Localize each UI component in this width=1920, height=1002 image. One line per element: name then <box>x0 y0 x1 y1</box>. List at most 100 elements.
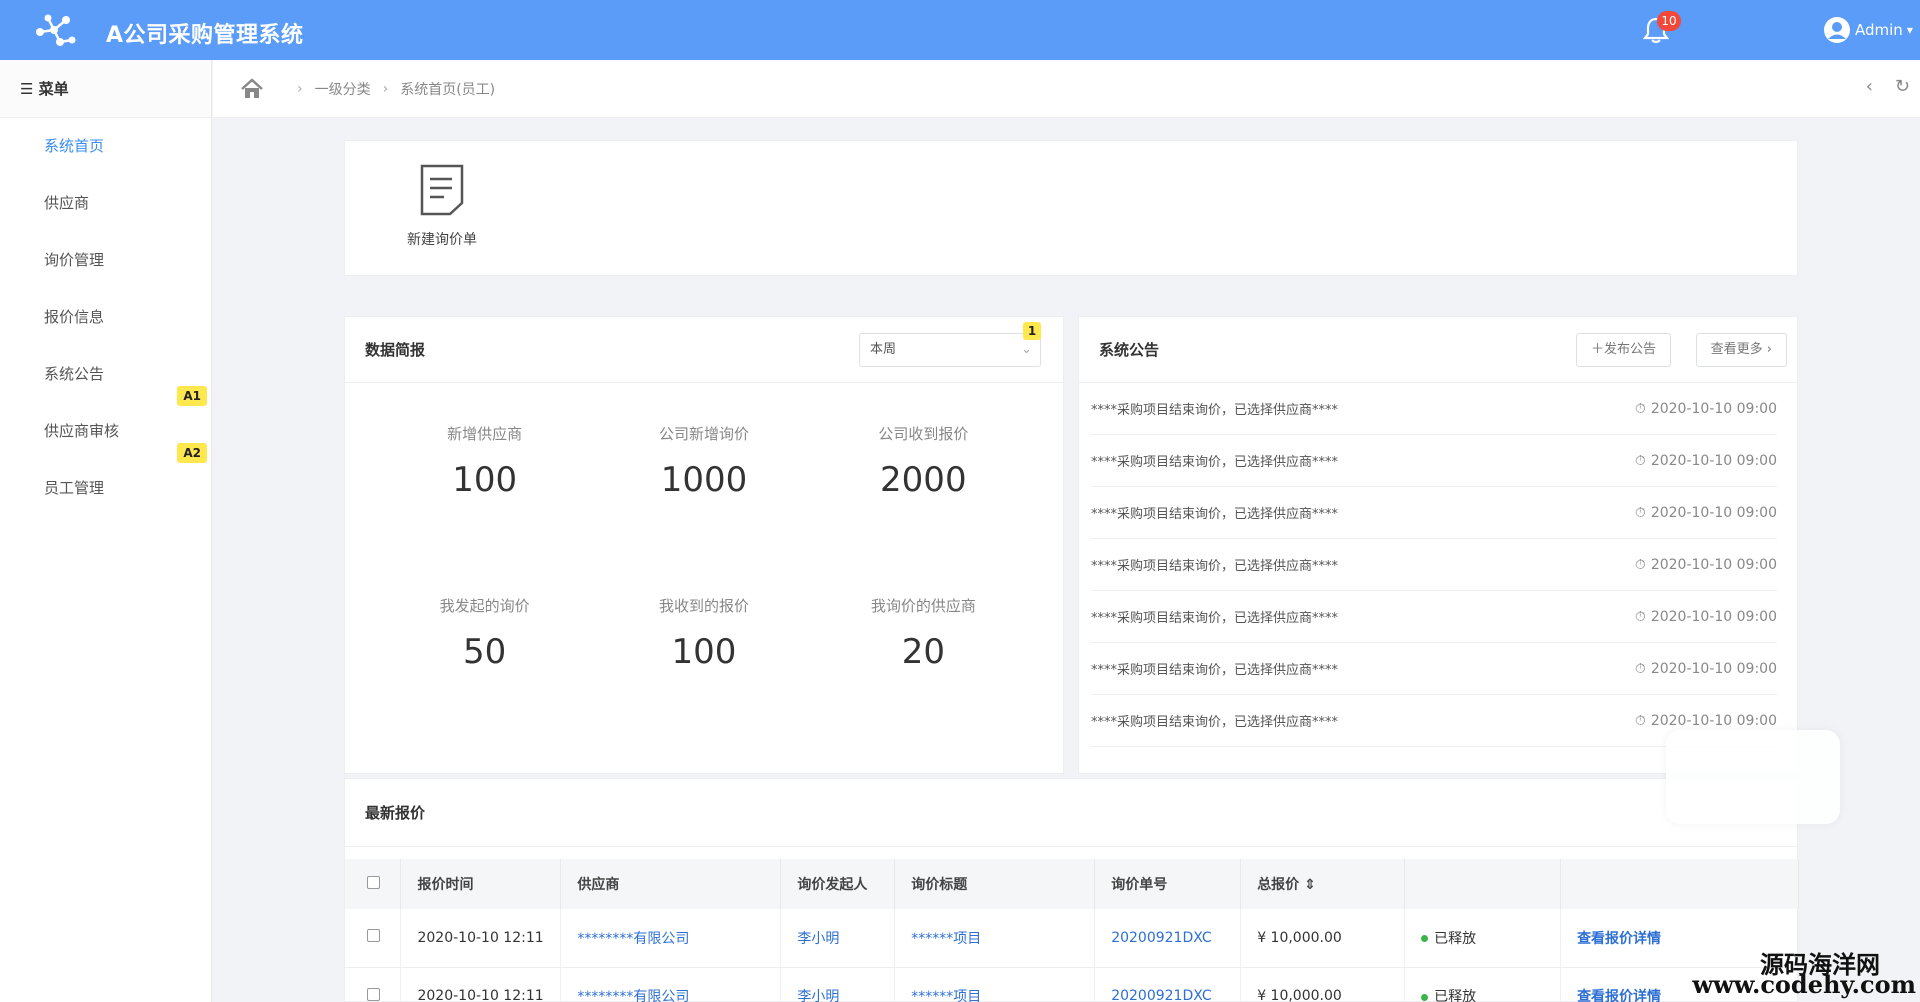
list-item[interactable]: ****采购项目结束询价，已选择供应商**** ⏱ 2020-10-10 09:00 <box>1091 487 1777 539</box>
supplier-link[interactable]: ********有限公司 <box>560 909 782 968</box>
table-header-row: 报价时间 供应商 询价发起人 询价标题 询价单号 总报价 ⇕ <box>345 859 1799 909</box>
status-badge: 已释放 <box>1404 909 1562 968</box>
inquiry-number-link[interactable]: 20200921DXC <box>1094 967 1242 1002</box>
quick-actions-panel: 新建询价单 <box>344 140 1798 276</box>
stat-value: 20 <box>901 632 945 672</box>
announcement-text: ****采购项目结束询价，已选择供应商**** <box>1091 559 1339 574</box>
announcement-time: 2020-10-10 09:00 <box>1650 556 1777 573</box>
table-row: 2020-10-10 12:11 ********有限公司 李小明 ******… <box>345 967 1799 1002</box>
sidebar: ☰ 菜单 系统首页 供应商 询价管理 报价信息 系统公告 A1 供应商审核 A2… <box>0 60 212 1002</box>
announcement-time: 2020-10-10 09:00 <box>1650 608 1777 625</box>
stat-value: 50 <box>463 632 507 672</box>
subject-link[interactable]: ******项目 <box>894 967 1096 1002</box>
sidebar-item-inquiry[interactable]: 询价管理 <box>0 232 211 289</box>
stat-value: 2000 <box>880 460 967 500</box>
stat-my-quotes: 我收到的报价 100 <box>594 555 813 727</box>
sidebar-item-staff[interactable]: 员工管理 <box>0 460 211 517</box>
breadcrumb-level1[interactable]: 一级分类 <box>315 79 371 99</box>
announcement-text: ****采购项目结束询价，已选择供应商**** <box>1091 611 1339 626</box>
supplier-link[interactable]: ********有限公司 <box>560 967 782 1002</box>
stat-value: 100 <box>452 460 518 500</box>
refresh-icon[interactable]: ↻ <box>1895 76 1910 97</box>
status-text: 已释放 <box>1434 930 1477 947</box>
clock-icon: ⏱ <box>1634 452 1646 469</box>
announcement-time: 2020-10-10 09:00 <box>1650 504 1777 521</box>
period-select[interactable]: 本周 ⌄ <box>859 333 1041 367</box>
clock-icon: ⏱ <box>1634 504 1646 521</box>
sidebar-item-suppliers[interactable]: 供应商 <box>0 175 211 232</box>
total-price: ¥ 10,000.00 <box>1240 967 1406 1002</box>
sidebar-item-quotes[interactable]: 报价信息 <box>0 289 211 346</box>
list-item[interactable]: ****采购项目结束询价，已选择供应商**** ⏱ 2020-10-10 09:00 <box>1091 643 1777 695</box>
watermark-url: www.codehy.com <box>1692 970 1916 999</box>
column-header-status <box>1404 859 1562 909</box>
select-all-checkbox[interactable] <box>367 875 380 889</box>
latest-quotes-title: 最新报价 <box>345 779 1797 847</box>
stat-label: 公司新增询价 <box>658 425 749 443</box>
announcement-time: 2020-10-10 09:00 <box>1650 660 1777 677</box>
plus-icon: ＋ <box>1590 342 1604 357</box>
subject-link[interactable]: ******项目 <box>894 909 1096 968</box>
chevron-down-icon: ▾ <box>1906 23 1913 37</box>
stat-new-suppliers: 新增供应商 100 <box>375 383 594 555</box>
view-more-button[interactable]: 查看更多 › <box>1695 333 1787 367</box>
announcement-text: ****采购项目结束询价，已选择供应商**** <box>1091 663 1339 678</box>
stat-label: 我发起的询价 <box>439 597 530 615</box>
announcement-time: 2020-10-10 09:00 <box>1650 400 1777 417</box>
column-header: 询价发起人 <box>780 859 896 909</box>
column-header-sortable[interactable]: 总报价 ⇕ <box>1240 859 1406 909</box>
sidebar-item-label: 供应商审核 <box>44 422 120 440</box>
sidebar-item-label: 员工管理 <box>44 479 105 497</box>
sidebar-item-supplier-review[interactable]: 供应商审核 A2 <box>0 403 211 463</box>
user-menu[interactable]: Admin ▾ <box>1823 14 1913 46</box>
stats-title: 数据简报 <box>365 341 426 359</box>
stat-my-suppliers: 我询价的供应商 20 <box>814 555 1033 727</box>
row-checkbox[interactable] <box>367 987 380 1001</box>
sidebar-item-home[interactable]: 系统首页 <box>0 118 211 175</box>
status-badge: 已释放 <box>1404 967 1562 1002</box>
floating-overlay <box>1666 730 1840 824</box>
row-checkbox[interactable] <box>367 929 380 943</box>
home-icon[interactable] <box>239 76 265 102</box>
back-icon[interactable]: ‹ <box>1866 76 1873 97</box>
total-price: ¥ 10,000.00 <box>1240 909 1406 968</box>
chevron-right-icon: › <box>1766 342 1772 357</box>
quote-time: 2020-10-10 12:11 <box>400 967 562 1002</box>
publish-announcement-button[interactable]: ＋发布公告 <box>1575 333 1671 367</box>
user-name: Admin <box>1855 21 1903 39</box>
quotes-table: 报价时间 供应商 询价发起人 询价标题 询价单号 总报价 ⇕ 2020-10-1… <box>345 859 1799 1002</box>
status-dot-icon <box>1421 993 1429 1001</box>
avatar-icon <box>1824 17 1850 43</box>
announcement-time: 2020-10-10 09:00 <box>1650 712 1777 729</box>
initiator-link[interactable]: 李小明 <box>780 909 896 968</box>
annotation-tag: 1 <box>1023 322 1041 340</box>
sidebar-item-label: 供应商 <box>44 194 90 212</box>
column-header: 供应商 <box>560 859 782 909</box>
announcements-title: 系统公告 <box>1099 341 1160 359</box>
new-inquiry-button[interactable]: 新建询价单 <box>397 163 487 249</box>
list-item[interactable]: ****采购项目结束询价，已选择供应商**** ⏱ 2020-10-10 09:00 <box>1091 383 1777 435</box>
stat-company-quotes: 公司收到报价 2000 <box>814 383 1033 555</box>
stat-company-inquiries: 公司新增询价 1000 <box>594 383 813 555</box>
clock-icon: ⏱ <box>1634 556 1646 573</box>
column-header: 询价单号 <box>1094 859 1242 909</box>
network-logo-icon <box>36 14 76 46</box>
announcement-text: ****采购项目结束询价，已选择供应商**** <box>1091 715 1339 730</box>
menu-toggle[interactable]: ☰ 菜单 <box>0 60 211 118</box>
list-item[interactable]: ****采购项目结束询价，已选择供应商**** ⏱ 2020-10-10 09:00 <box>1091 591 1777 643</box>
list-item[interactable]: ****采购项目结束询价，已选择供应商**** ⏱ 2020-10-10 09:00 <box>1091 539 1777 591</box>
initiator-link[interactable]: 李小明 <box>780 967 896 1002</box>
sidebar-item-announcements[interactable]: 系统公告 A1 <box>0 346 211 406</box>
list-item[interactable]: ****采购项目结束询价，已选择供应商**** ⏱ 2020-10-10 09:00 <box>1091 435 1777 487</box>
stats-panel: 数据简报 本周 ⌄ 1 新增供应商 100 公司新增询价 1000 公司收到报价 20… <box>344 316 1064 774</box>
announcement-text: ****采购项目结束询价，已选择供应商**** <box>1091 507 1339 522</box>
publish-label: 发布公告 <box>1603 342 1656 357</box>
stat-label: 我询价的供应商 <box>870 597 976 615</box>
clock-icon: ⏱ <box>1634 712 1646 729</box>
latest-quotes-panel: 最新报价 报价时间 供应商 询价发起人 询价标题 询价单号 总报价 ⇕ 2020… <box>344 778 1799 1002</box>
sidebar-item-label: 询价管理 <box>44 251 105 269</box>
breadcrumb-level2: 系统首页(员工) <box>400 81 496 98</box>
announcements-panel: 系统公告 ＋发布公告 查看更多 › ****采购项目结束询价，已选择供应商***… <box>1078 316 1798 774</box>
view-more-label: 查看更多 <box>1710 342 1763 357</box>
inquiry-number-link[interactable]: 20200921DXC <box>1094 909 1242 968</box>
